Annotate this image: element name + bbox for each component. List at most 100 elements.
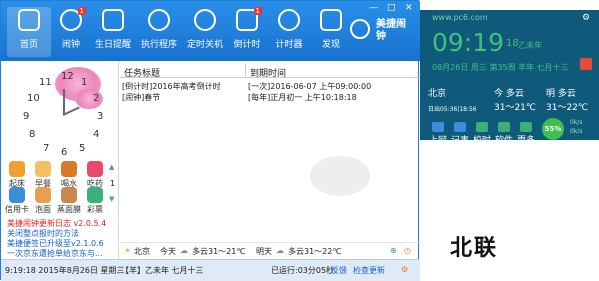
tool-credit-card[interactable]: 信用卡 [5, 187, 29, 215]
tab-timer[interactable]: 计时器 [267, 7, 311, 57]
shortcut-label: 记事 [450, 136, 469, 146]
shortcut-more[interactable]: 更多 [516, 122, 536, 146]
pager-up-button[interactable]: ▲ [109, 163, 114, 171]
power-icon [194, 9, 216, 31]
tab-label: 发现 [321, 40, 340, 50]
download-speed: 0k/s [570, 128, 583, 135]
stopwatch-icon [278, 9, 300, 31]
watermark-logo: 北联 [450, 236, 499, 261]
widget-city[interactable]: 北京 [428, 86, 446, 99]
tool-wake-up[interactable]: 起床 [5, 161, 29, 189]
widget-tomorrow-temp: 31～22℃ [546, 103, 589, 113]
clock-number: 12 [61, 71, 74, 82]
tab-home[interactable]: 首页 [7, 7, 51, 57]
cup-icon [61, 161, 77, 177]
tool-breakfast[interactable]: 早餐 [31, 161, 55, 189]
shortcut-software[interactable]: 软件 [494, 122, 514, 146]
card-icon [9, 187, 25, 203]
tool-face-mask[interactable]: 蒸面膜 [57, 187, 81, 215]
check-update-link[interactable]: 检查更新 [353, 265, 385, 276]
news-link[interactable]: 美捷便签已升级至v2.1.0.6 [7, 239, 115, 249]
column-header-due[interactable]: 到期时间 [250, 66, 286, 79]
tab-label: 生日提醒 [94, 40, 131, 50]
shortcut-browse[interactable]: 上网 [428, 122, 448, 146]
task-title: [闹钟]春节 [122, 93, 161, 102]
column-divider [245, 64, 246, 78]
desktop-clock-widget: www.pc6.com ⚙ 09:19 18 乙未年 08月26日 周三 第35… [420, 10, 599, 146]
widget-date: 08月26日 周三 第35周 [432, 63, 516, 72]
tool-medicine[interactable]: 吃药 [83, 161, 107, 189]
app-name: 美捷闹钟 [376, 19, 406, 42]
tab-shutdown[interactable]: 定时关机 [183, 7, 227, 57]
status-lunar: 【羊】乙未年 七月十三 [121, 266, 204, 275]
news-link[interactable]: 美捷闹钟更新日志 v2.0.5.4 [7, 219, 115, 229]
tab-birthday[interactable]: 生日提醒 [91, 7, 135, 57]
feedback-link[interactable]: 反馈 [331, 265, 347, 276]
status-datetime: 9:19:18 2015年8月26日 星期三 [5, 266, 125, 275]
shortcut-label: 软件 [494, 136, 513, 146]
tab-label: 计时器 [275, 40, 303, 50]
toolbar: 首页 1 闹钟 生日提醒 执行程序 定时关机 1 倒计时 计时器 发现 美捷闹钟… [1, 1, 420, 61]
minimize-button[interactable]: — [369, 3, 378, 13]
alarm-badge: 1 [77, 7, 86, 15]
table-row[interactable]: [闹钟]春节 [每年]正月初一 上午10:18:18 [120, 92, 420, 103]
widget-url: www.pc6.com [432, 13, 488, 22]
clock-number: 8 [29, 129, 36, 140]
tab-countdown[interactable]: 1 倒计时 [225, 7, 269, 57]
left-panel: 12 1 2 3 4 5 6 7 8 9 10 11 起床 早餐 喝水 吃药 信… [1, 61, 119, 259]
weather-city[interactable]: 北京 [134, 246, 150, 257]
shortcut-notes[interactable]: 记事 [450, 122, 470, 146]
table-row[interactable]: [倒计时]2016年高考倒计时 [一次]2016-06-07 上午09:00:0… [120, 81, 420, 92]
tab-label: 闹钟 [61, 40, 80, 50]
widget-lunar-year: 乙未年 [518, 41, 542, 50]
clock-number: 1 [81, 77, 88, 88]
pager-down-button[interactable]: ▼ [109, 195, 114, 203]
weather-tomorrow: 多云31～22℃ [288, 247, 342, 256]
tab-discover[interactable]: 发现 [309, 7, 353, 57]
widget-settings-icon[interactable]: ⚙ [582, 13, 590, 23]
gear-icon [148, 9, 170, 31]
calendar-icon[interactable] [580, 58, 592, 70]
hourglass-icon: 1 [236, 7, 262, 31]
minute-hand [63, 89, 65, 115]
settings-icon[interactable]: ⚙ [401, 265, 408, 274]
widget-sunrise: 日出05:36|18:56 [428, 106, 477, 113]
discover-icon [320, 9, 342, 31]
logo-clock-icon [350, 19, 370, 39]
pager-number: 1 [110, 179, 116, 188]
status-runtime: 已运行:03分05秒 [271, 266, 335, 275]
tab-label: 定时关机 [186, 40, 223, 50]
news-link[interactable]: 关闭整点报时的方法 [7, 229, 115, 239]
tool-drink-water[interactable]: 喝水 [57, 161, 81, 189]
sync-icon [476, 122, 488, 132]
breakfast-icon [35, 161, 51, 177]
news-link[interactable]: 一次京东遭抢单给京东与... [7, 249, 115, 259]
shortcut-label: 校时 [472, 136, 491, 146]
widget-today-temp: 31～21℃ [494, 103, 537, 113]
add-icon[interactable]: ⊕ [390, 246, 397, 255]
task-list: 任务标题 到期时间 [倒计时]2016年高考倒计时 [一次]2016-06-07… [120, 61, 420, 259]
countdown-badge: 1 [253, 7, 262, 15]
shortcut-label: 更多 [516, 136, 535, 146]
notes-icon [454, 122, 466, 132]
maximize-button[interactable]: □ [387, 3, 396, 13]
pill-icon [87, 161, 103, 177]
hour-hand [62, 106, 80, 116]
tool-noodles[interactable]: 泡面 [31, 187, 55, 215]
speed-boost-button[interactable]: 55% [542, 118, 564, 140]
mask-icon [61, 187, 77, 203]
column-header-title[interactable]: 任务标题 [124, 66, 160, 79]
cake-icon [102, 9, 124, 31]
clock-icon[interactable]: ◷ [404, 246, 411, 255]
home-icon [18, 9, 40, 31]
tab-label: 倒计时 [233, 40, 261, 50]
tab-run-program[interactable]: 执行程序 [137, 7, 181, 57]
close-button[interactable]: ✕ [405, 3, 413, 13]
tab-alarm[interactable]: 1 闹钟 [49, 7, 93, 57]
task-due: [每年]正月初一 上午10:18:18 [248, 93, 357, 102]
clock-number: 11 [39, 77, 52, 88]
shortcut-sync-time[interactable]: 校时 [472, 122, 492, 146]
tab-label: 执行程序 [140, 40, 177, 50]
tab-label: 首页 [19, 40, 38, 50]
tool-lottery[interactable]: 彩票 [83, 187, 107, 215]
